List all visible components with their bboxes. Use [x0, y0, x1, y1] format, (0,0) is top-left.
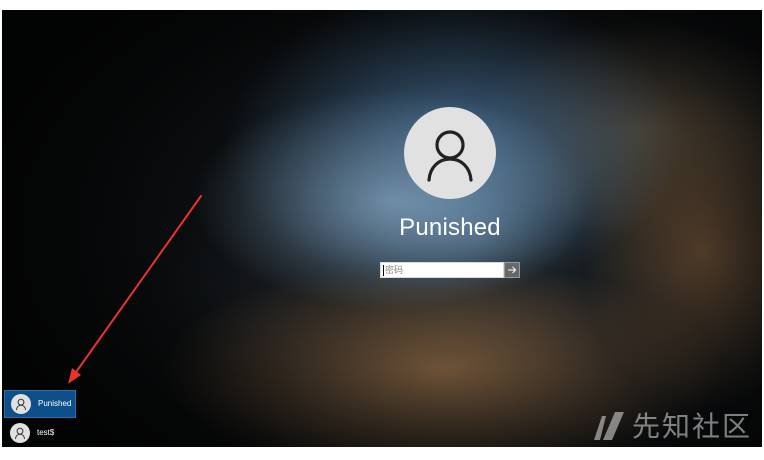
annotation-arrow: [68, 195, 202, 384]
watermark-logo: [594, 412, 624, 440]
watermark-text: 先知社区: [632, 410, 753, 443]
arrow-shaft: [73, 195, 202, 376]
screen: Punished 密码 Punished test$ 先知社区: [0, 0, 764, 460]
arrow-head: [68, 368, 81, 384]
